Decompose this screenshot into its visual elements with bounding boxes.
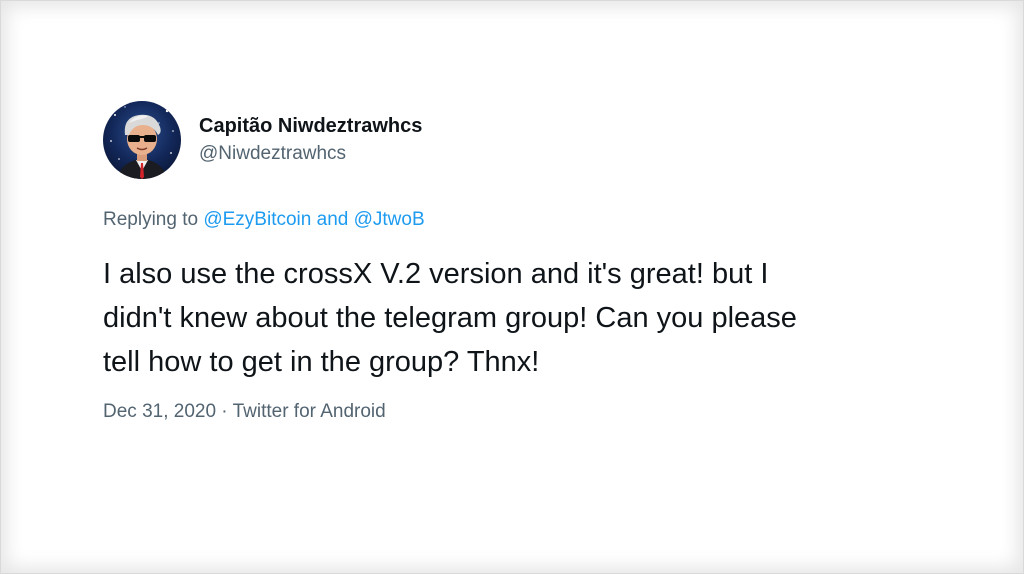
tweet-author: Capitão Niwdeztrawhcs @Niwdeztrawhcs — [103, 101, 983, 179]
tweet-text-line: didn't knew about the telegram group! Ca… — [103, 302, 797, 334]
replying-conjunction: and — [311, 209, 354, 230]
user-handle[interactable]: @Niwdeztrawhcs — [199, 141, 422, 167]
tweet-card: Capitão Niwdeztrawhcs @Niwdeztrawhcs Rep… — [103, 101, 983, 424]
tweet-text: I also use the crossX V.2 version and it… — [103, 252, 983, 384]
replying-to-label: Replying to — [103, 209, 204, 230]
display-name[interactable]: Capitão Niwdeztrawhcs — [199, 113, 422, 139]
avatar[interactable] — [103, 101, 181, 179]
mention-link[interactable]: @EzyBitcoin — [203, 209, 311, 230]
screenshot-frame: Capitão Niwdeztrawhcs @Niwdeztrawhcs Rep… — [0, 0, 1024, 574]
tweet-text-line: tell how to get in the group? Thnx! — [103, 346, 540, 378]
tweet-metadata: Dec 31, 2020 · Twitter for Android — [103, 400, 983, 424]
tweet-source[interactable]: Twitter for Android — [233, 401, 386, 422]
avatar-image — [103, 101, 181, 179]
mention-link[interactable]: @JtwoB — [354, 209, 425, 230]
tweet-text-line: I also use the crossX V.2 version and it… — [103, 258, 769, 290]
replying-to: Replying to @EzyBitcoin and @JtwoB — [103, 208, 983, 232]
author-info: Capitão Niwdeztrawhcs @Niwdeztrawhcs — [199, 113, 422, 167]
tweet-date[interactable]: Dec 31, 2020 — [103, 401, 216, 422]
meta-separator: · — [216, 401, 233, 422]
